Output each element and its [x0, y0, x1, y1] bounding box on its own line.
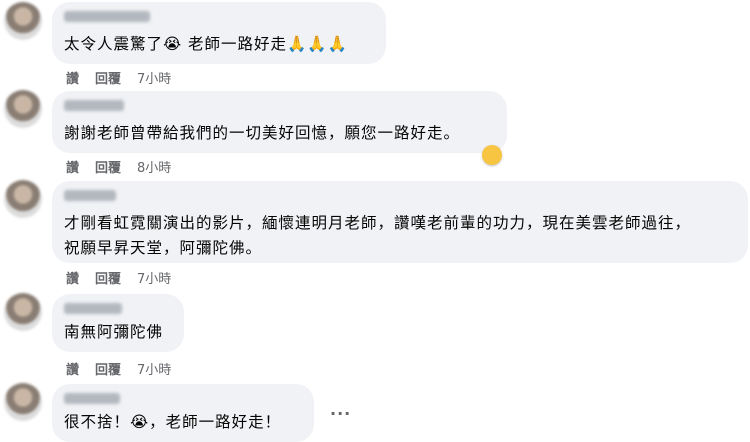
comment-bubble: 謝謝老師曾帶給我們的一切美好回憶，願您一路好走。 — [52, 91, 507, 153]
comment-bubble: 才剛看虹霓關演出的影片，緬懷連明月老師，讚嘆老前輩的功力，現在美雲老師過往， 祝… — [52, 181, 748, 263]
reply-button[interactable]: 回覆 — [95, 72, 121, 87]
comment-text-line-2: 祝願早昇天堂，阿彌陀佛。 — [64, 239, 263, 257]
commenter-avatar[interactable] — [4, 180, 42, 218]
commenter-avatar[interactable] — [4, 293, 42, 331]
commenter-avatar[interactable] — [4, 90, 42, 128]
comment-actions: 讚 回覆 8小時 — [66, 157, 187, 176]
comment-bubble: 南無阿彌陀佛 — [52, 294, 184, 352]
timestamp[interactable]: 8小時 — [137, 161, 171, 176]
commenter-name-blurred[interactable] — [64, 100, 124, 111]
like-button[interactable]: 讚 — [66, 161, 79, 176]
like-button[interactable]: 讚 — [66, 272, 79, 287]
comment-actions: 讚 回覆 7小時 — [66, 359, 187, 378]
comment-text: 很不捨！😭，老師一路好走！ — [64, 413, 282, 431]
comment-actions: 讚 回覆 7小時 — [66, 268, 187, 287]
reply-button[interactable]: 回覆 — [95, 161, 121, 176]
more-options-icon[interactable]: ··· — [330, 404, 351, 423]
commenter-avatar[interactable] — [4, 2, 42, 40]
commenter-name-blurred[interactable] — [64, 11, 150, 22]
comment-text: 謝謝老師曾帶給我們的一切美好回憶，願您一路好走。 — [64, 124, 461, 142]
commenter-name-blurred[interactable] — [64, 190, 116, 201]
like-button[interactable]: 讚 — [66, 363, 79, 378]
like-button[interactable]: 讚 — [66, 72, 79, 87]
comment-text: 才剛看虹霓關演出的影片，緬懷連明月老師，讚嘆老前輩的功力，現在美雲老師過往， 祝… — [64, 211, 691, 261]
comment-actions: 讚 回覆 7小時 — [66, 68, 187, 87]
reply-button[interactable]: 回覆 — [95, 363, 121, 378]
comment-text: 太令人震驚了😭 老師一路好走🙏🙏🙏 — [64, 35, 348, 53]
timestamp[interactable]: 7小時 — [137, 363, 171, 378]
crying-face-icon[interactable] — [482, 145, 502, 165]
comment-text-line-1: 才剛看虹霓關演出的影片，緬懷連明月老師，讚嘆老前輩的功力，現在美雲老師過往， — [64, 214, 692, 232]
commenter-avatar[interactable] — [4, 383, 42, 421]
commenter-name-blurred[interactable] — [64, 303, 122, 314]
reply-button[interactable]: 回覆 — [95, 272, 121, 287]
comment-bubble: 很不捨！😭，老師一路好走！ — [52, 384, 314, 442]
comment-bubble: 太令人震驚了😭 老師一路好走🙏🙏🙏 — [52, 2, 386, 64]
timestamp[interactable]: 7小時 — [137, 72, 171, 87]
commenter-name-blurred[interactable] — [64, 393, 120, 404]
timestamp[interactable]: 7小時 — [137, 272, 171, 287]
comment-text: 南無阿彌陀佛 — [64, 323, 164, 341]
